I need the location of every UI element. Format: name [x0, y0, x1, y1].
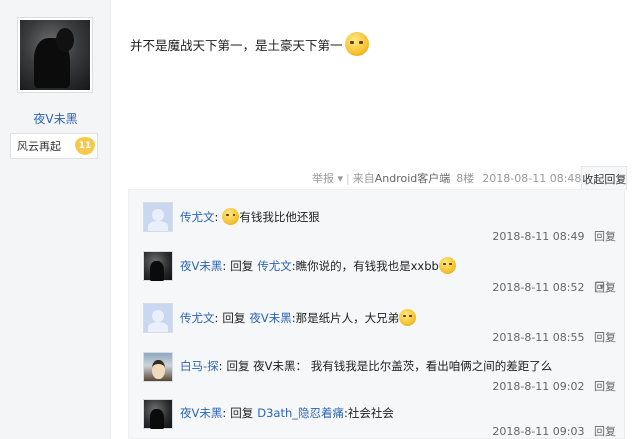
reply-text: 夜V未黑 : 回复 D3ath_隐忍着痛 : 社会社会 [180, 405, 394, 421]
reply-time: 2018-8-11 09:03 [492, 425, 585, 438]
list-item: 白马-探 : 回复 夜V未黑： 我有钱我是比尔盖茨，看出咱俩之间的差距了么 20… [141, 352, 616, 398]
reply-target-link[interactable]: D3ath_隐忍着痛 [257, 405, 344, 421]
reply-button[interactable]: 回复 [594, 281, 616, 294]
avatar[interactable] [143, 303, 173, 333]
post-time: 2018-08-11 08:48 [482, 171, 582, 185]
user-rank-badge[interactable]: 风云再起 11 [10, 133, 98, 159]
reply-content: 回复 夜V未黑： 我有钱我是比尔盖茨，看出咱俩之间的差距了么 [226, 359, 553, 373]
client-prefix: 来自 [352, 172, 375, 185]
reply-target-link[interactable]: 夜V未黑 [249, 310, 291, 326]
reply-button[interactable]: 回复 [594, 331, 616, 344]
reply-content: 社会社会 [347, 406, 394, 420]
floor-number: 8楼 [456, 172, 475, 185]
reply-time: 2018-8-11 08:49 [492, 230, 585, 243]
list-item: 夜V未黑 : 回复 传尤文 : 瞧你说的，有钱我也是xxbb ▼ 2018-8-… [141, 251, 616, 297]
reply-time: 2018-8-11 08:52 [492, 281, 585, 294]
reply-author-link[interactable]: 传尤文 [180, 209, 215, 225]
post-text: 并不是魔战天下第一，是土豪天下第一 [130, 37, 343, 53]
client-link[interactable]: Android客户端 [375, 170, 451, 186]
reply-time: 2018-8-11 09:02 [492, 380, 585, 393]
reply-content: 瞧你说的，有钱我也是xxbb [295, 258, 439, 273]
reply-list: 传尤文 : 有钱我比他还狠 2018-8-11 08:49 回复 夜V未黑 : … [128, 189, 625, 439]
reply-text: 白马-探 : 回复 夜V未黑： 我有钱我是比尔盖茨，看出咱俩之间的差距了么 [180, 358, 553, 374]
reply-text: 夜V未黑 : 回复 传尤文 : 瞧你说的，有钱我也是xxbb [180, 257, 456, 274]
smiley-face-icon [438, 257, 456, 274]
reply-footer: 2018-8-11 09:02 回复 [492, 378, 616, 394]
reply-content: 有钱我比他还狠 [239, 209, 320, 224]
author-avatar[interactable] [17, 17, 93, 93]
author-username[interactable]: 夜V未黑 [0, 110, 111, 127]
level-badge-icon: 11 [75, 137, 95, 155]
list-item: 传尤文 : 回复 夜V未黑 : 那是纸片人，大兄弟 2018-8-11 08:5… [141, 303, 616, 349]
avatar[interactable] [143, 202, 173, 232]
reply-target-link[interactable]: 传尤文 [257, 258, 292, 274]
avatar-image [20, 20, 90, 90]
list-item: 传尤文 : 有钱我比他还狠 2018-8-11 08:49 回复 [141, 202, 616, 248]
post-content: 并不是魔战天下第一，是土豪天下第一 [130, 32, 369, 56]
avatar[interactable] [143, 251, 173, 281]
smiley-face-icon [399, 309, 417, 326]
list-item: 夜V未黑 : 回复 D3ath_隐忍着痛 : 社会社会 2018-8-11 09… [141, 399, 616, 439]
reply-text: 传尤文 : 回复 夜V未黑 : 那是纸片人，大兄弟 [180, 309, 417, 326]
reply-footer: 2018-8-11 08:52 回复 [492, 279, 616, 295]
smiley-face-icon [222, 208, 240, 225]
avatar[interactable] [143, 352, 173, 382]
reply-button[interactable]: 回复 [594, 230, 616, 243]
report-link[interactable]: 举报 ▾ [312, 170, 343, 186]
reply-text: 传尤文 : 有钱我比他还狠 [180, 208, 320, 225]
collapse-replies-button[interactable]: 收起回复 [581, 166, 628, 190]
reply-footer: 2018-8-11 09:03 回复 [492, 423, 616, 439]
smiley-face-icon [344, 32, 369, 56]
rank-label: 风云再起 [17, 140, 61, 153]
reply-footer: 2018-8-11 08:49 回复 [492, 228, 616, 244]
reply-button[interactable]: 回复 [594, 380, 616, 393]
reply-button[interactable]: 回复 [594, 425, 616, 438]
reply-author-link[interactable]: 传尤文 [180, 310, 215, 326]
reply-footer: 2018-8-11 08:55 回复 [492, 329, 616, 345]
reply-author-link[interactable]: 夜V未黑 [180, 405, 222, 421]
author-sidebar: 夜V未黑 风云再起 11 [0, 0, 111, 439]
reply-author-link[interactable]: 夜V未黑 [180, 258, 222, 274]
reply-time: 2018-8-11 08:55 [492, 331, 585, 344]
reply-content: 那是纸片人，大兄弟 [295, 310, 400, 325]
reply-author-link[interactable]: 白马-探 [180, 358, 219, 374]
post-meta-bar: 举报 ▾ | 来自 Android客户端 8楼 2018-08-11 08:48… [300, 166, 628, 190]
avatar[interactable] [143, 399, 173, 429]
